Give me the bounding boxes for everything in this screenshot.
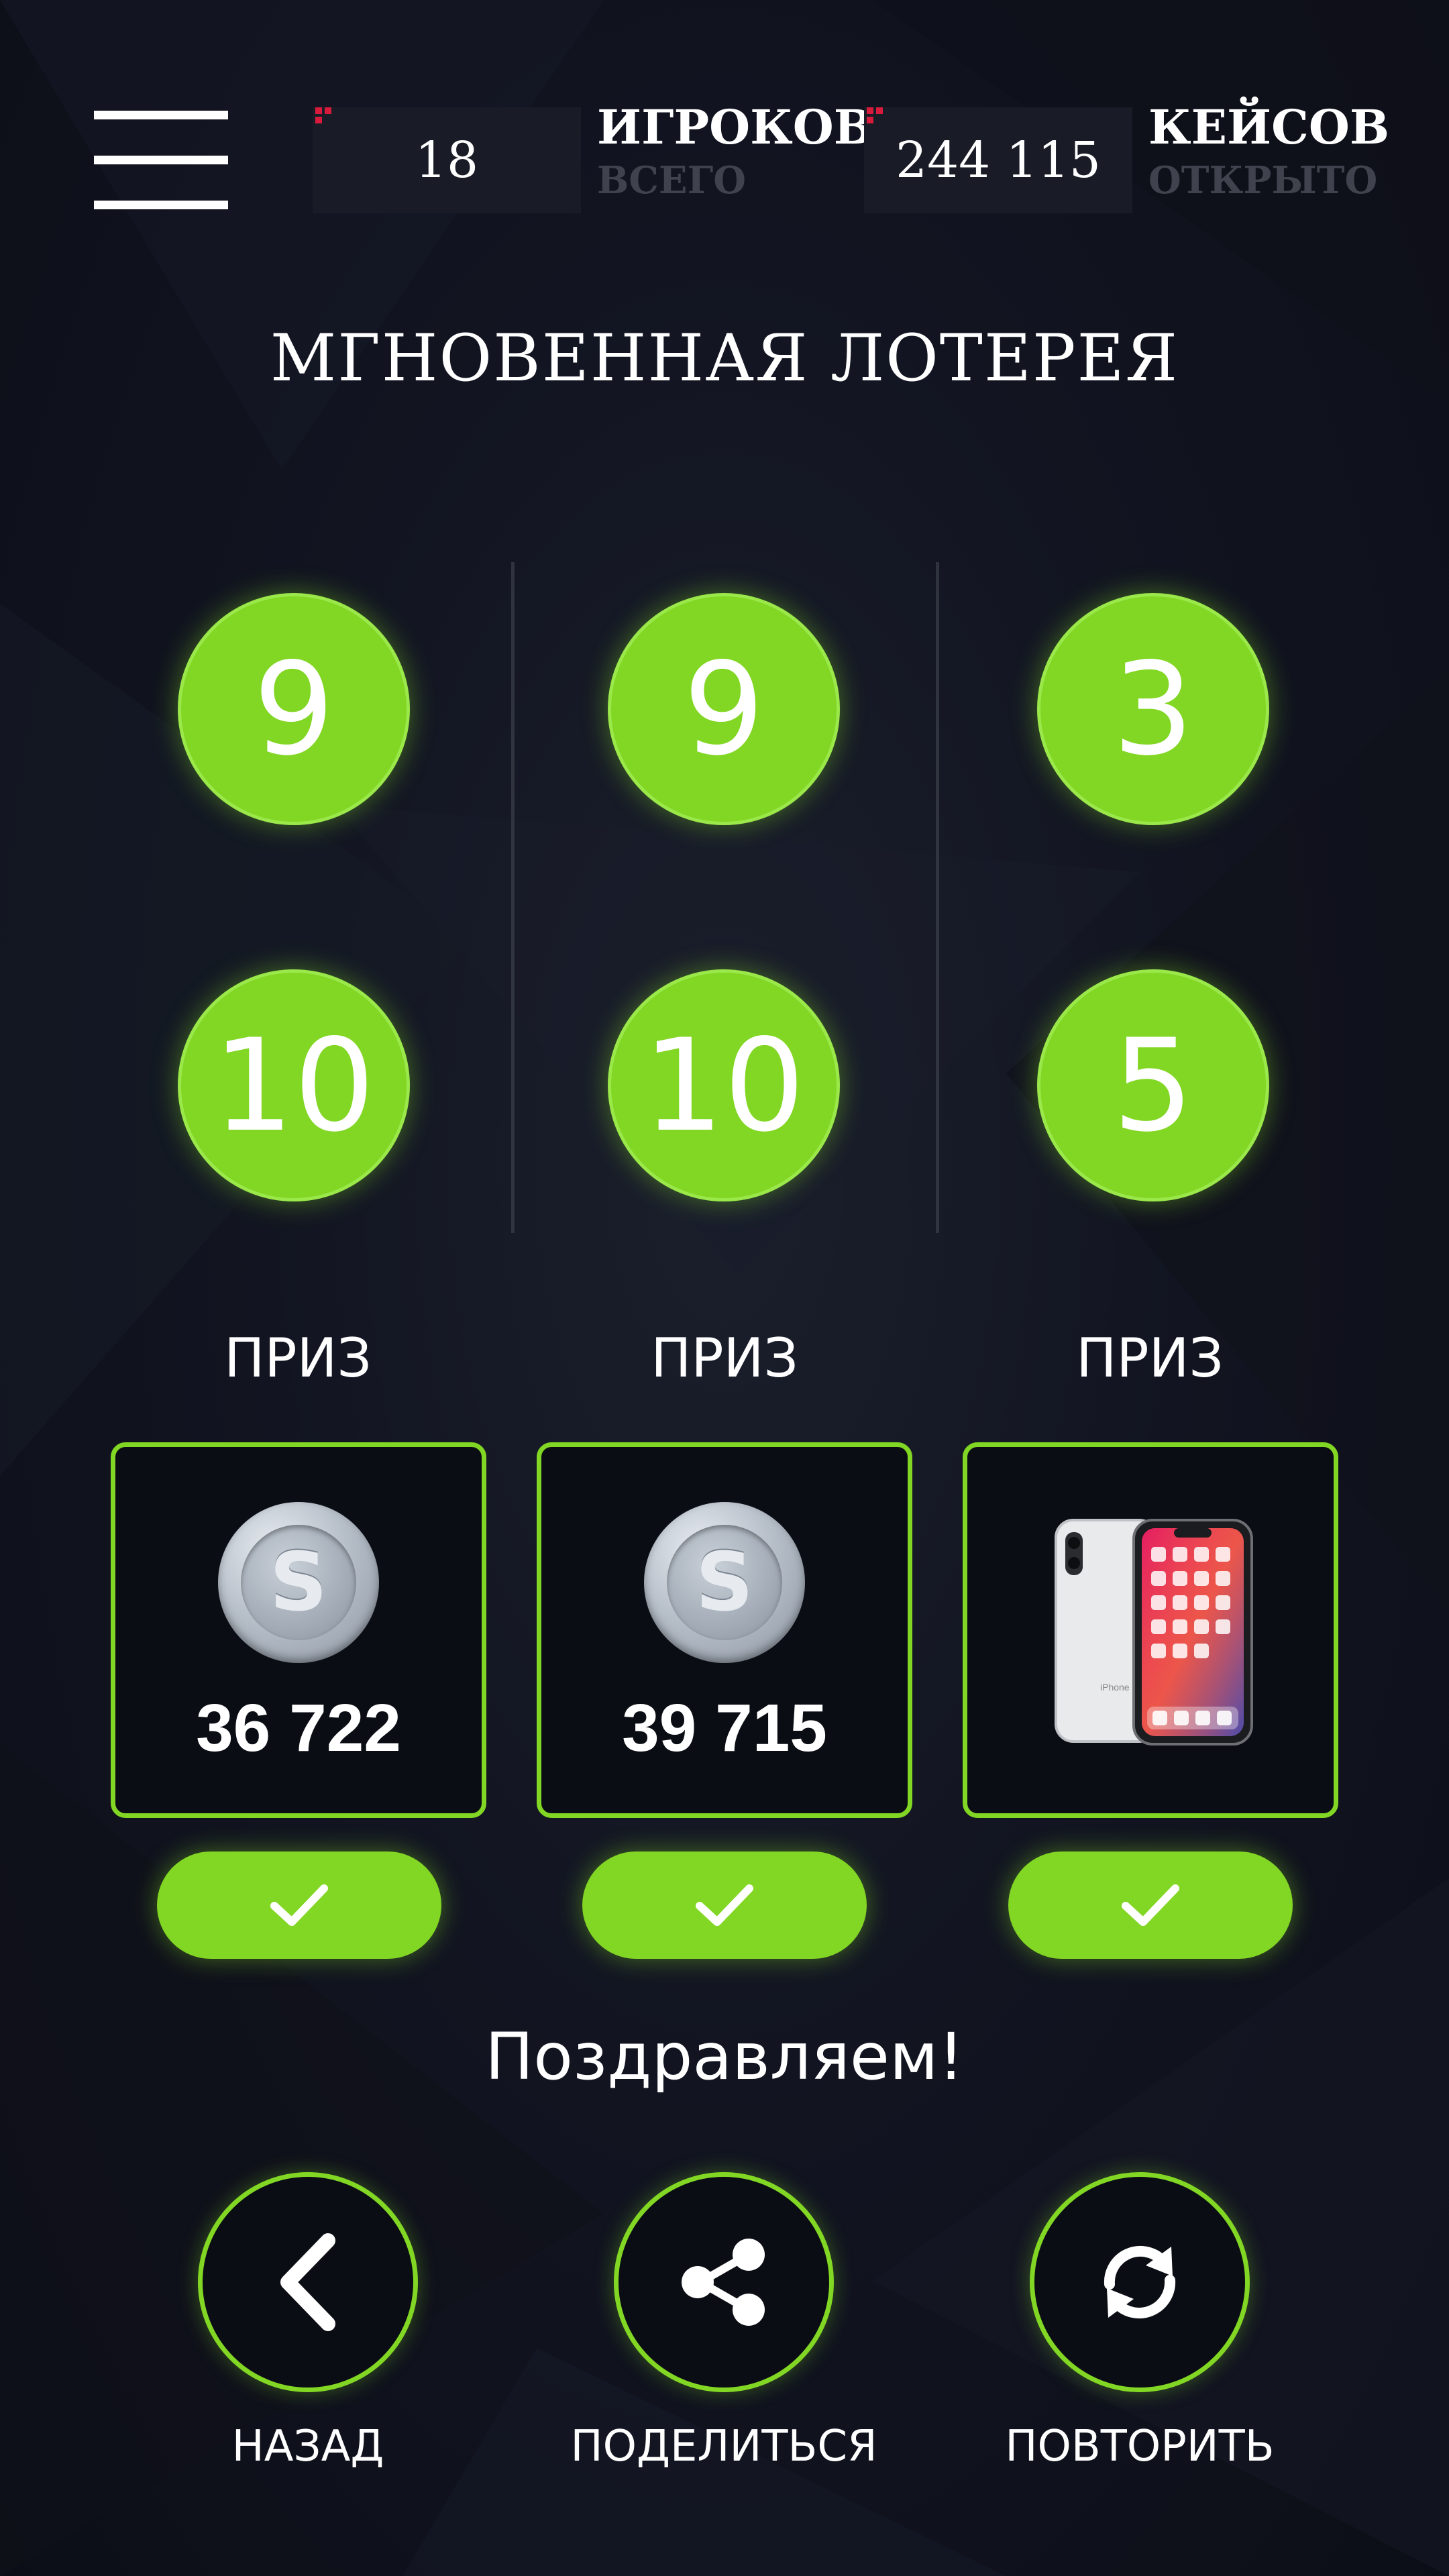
number-ball: 9 bbox=[178, 593, 410, 825]
prize-card[interactable]: iPhone bbox=[963, 1442, 1338, 1818]
share-button[interactable] bbox=[614, 2172, 834, 2392]
cases-count-box: 244 115 bbox=[864, 107, 1132, 213]
repeat-label: ПОВТОРИТЬ bbox=[1005, 2422, 1275, 2471]
players-label-sub: ВСЕГО bbox=[597, 158, 747, 203]
s-coin-icon: S bbox=[218, 1502, 379, 1663]
prize-label: ПРИЗ bbox=[224, 1327, 372, 1389]
share-icon bbox=[682, 2239, 765, 2326]
coin-symbol: S bbox=[241, 1525, 356, 1640]
check-icon bbox=[696, 1884, 753, 1926]
cases-label-main: КЕЙСОВ bbox=[1148, 99, 1390, 155]
cases-count: 244 115 bbox=[895, 131, 1101, 189]
number-ball: 5 bbox=[1037, 969, 1269, 1201]
s-coin-icon: S bbox=[644, 1502, 805, 1663]
prize-card[interactable]: S 39 715 bbox=[537, 1442, 912, 1818]
column-divider bbox=[511, 562, 515, 1233]
number-ball: 10 bbox=[178, 969, 410, 1201]
refresh-icon bbox=[1104, 2246, 1176, 2318]
smartphone-image: iPhone bbox=[1055, 1519, 1253, 1746]
prize-amount: 36 722 bbox=[196, 1690, 401, 1766]
repeat-button[interactable] bbox=[1030, 2172, 1250, 2392]
share-label: ПОДЕЛИТЬСЯ bbox=[570, 2422, 877, 2471]
menu-line bbox=[94, 156, 228, 164]
prize-amount: 39 715 bbox=[622, 1690, 827, 1766]
number-ball: 9 bbox=[608, 593, 840, 825]
claim-check-button[interactable] bbox=[1008, 1851, 1293, 1959]
players-label: ИГРОКОВ ВСЕГО bbox=[597, 101, 873, 207]
phone-model-text: iPhone bbox=[1100, 1682, 1130, 1693]
claim-check-button[interactable] bbox=[582, 1851, 867, 1959]
page-title: МГНОВЕННАЯ ЛОТЕРЕЯ bbox=[270, 321, 1179, 396]
coin-symbol: S bbox=[667, 1525, 782, 1640]
congrats-message: Поздравляем! bbox=[485, 2019, 964, 2094]
prize-label: ПРИЗ bbox=[651, 1327, 798, 1389]
cases-label-sub: ОТКРЫТО bbox=[1148, 158, 1378, 203]
check-icon bbox=[270, 1884, 328, 1926]
players-count: 18 bbox=[415, 131, 479, 189]
back-button[interactable] bbox=[198, 2172, 418, 2392]
players-count-box: 18 bbox=[313, 107, 581, 213]
menu-icon[interactable] bbox=[94, 111, 228, 211]
prize-label: ПРИЗ bbox=[1076, 1327, 1224, 1389]
cases-label: КЕЙСОВ ОТКРЫТО bbox=[1148, 101, 1389, 207]
number-ball: 3 bbox=[1037, 593, 1269, 825]
players-label-main: ИГРОКОВ bbox=[597, 99, 873, 155]
column-divider bbox=[936, 562, 939, 1233]
check-icon bbox=[1122, 1884, 1179, 1926]
prize-card[interactable]: S 36 722 bbox=[111, 1442, 486, 1818]
menu-line bbox=[94, 111, 228, 119]
menu-line bbox=[94, 201, 228, 209]
chevron-left-icon bbox=[280, 2233, 335, 2331]
claim-check-button[interactable] bbox=[157, 1851, 441, 1959]
back-label: НАЗАД bbox=[231, 2422, 384, 2471]
number-ball: 10 bbox=[608, 969, 840, 1201]
